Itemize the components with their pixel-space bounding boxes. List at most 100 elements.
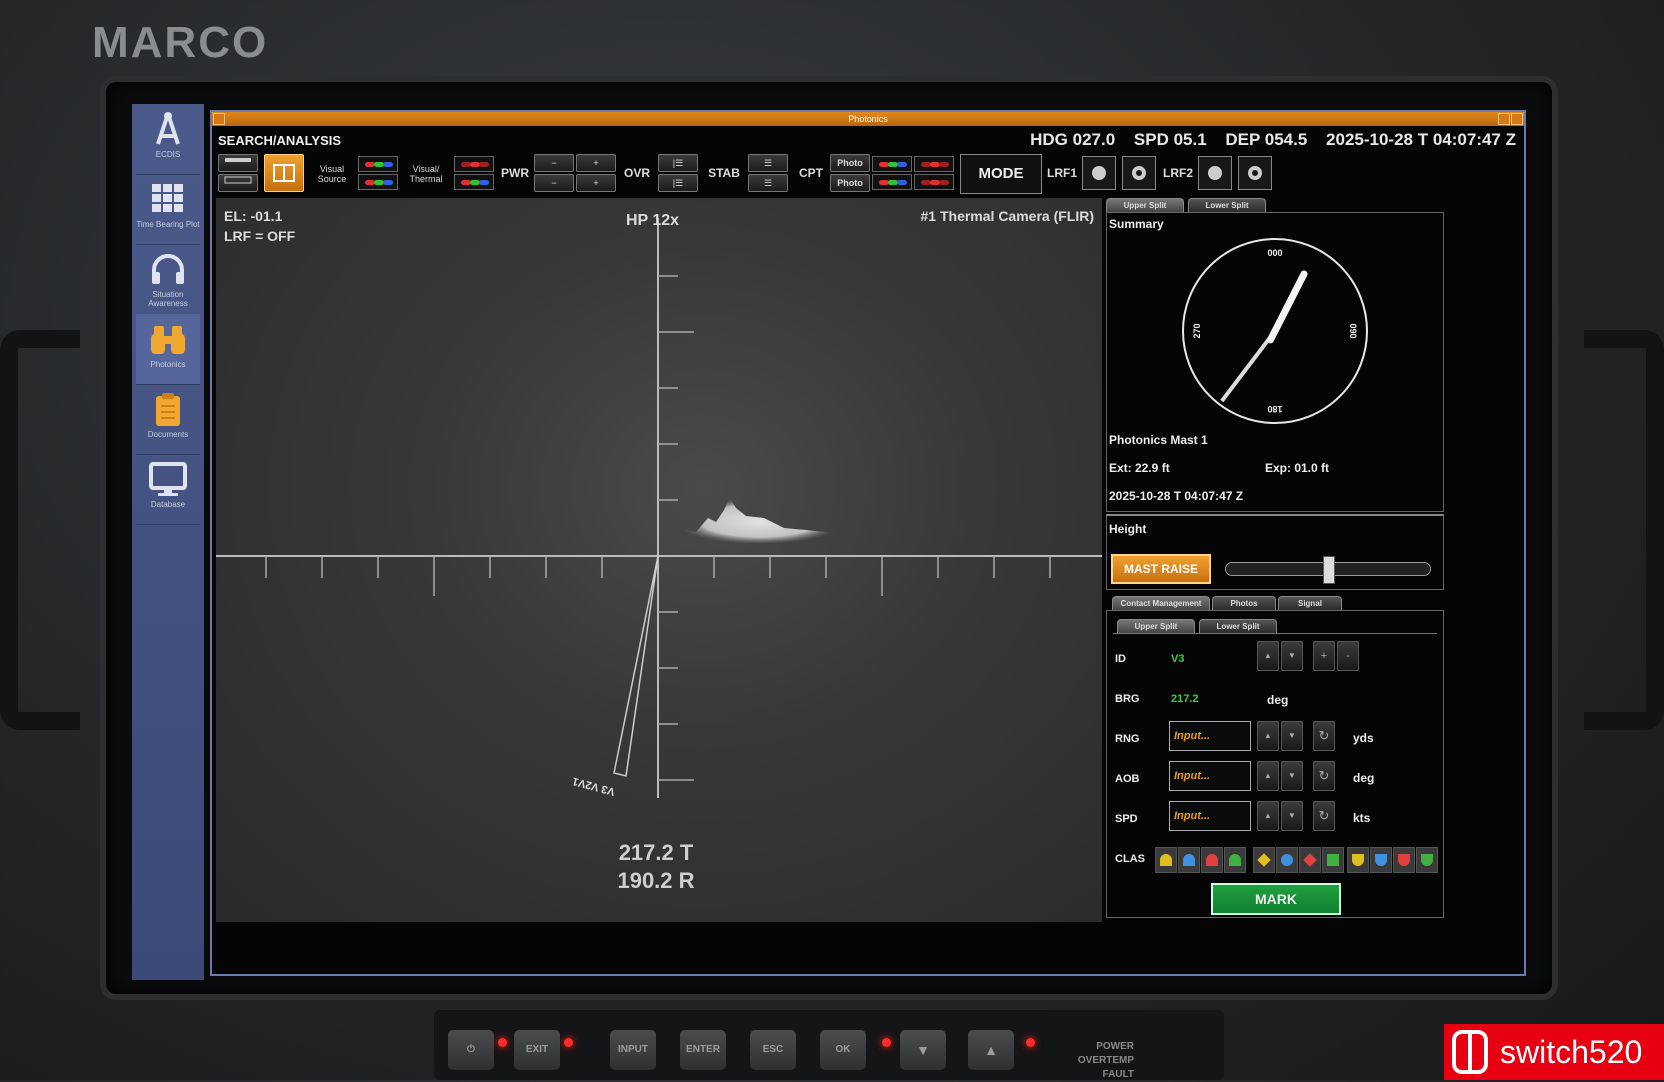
clas-button-1[interactable] <box>1155 847 1177 873</box>
rng-down-button[interactable]: ▼ <box>1281 721 1303 751</box>
pwr-plus-1-button[interactable]: + <box>576 154 616 172</box>
clas-button-8[interactable] <box>1322 847 1344 873</box>
dual-pane-icon <box>273 164 295 182</box>
subtab-divider <box>1113 633 1437 634</box>
lrf2-fire-button[interactable] <box>1198 156 1232 190</box>
enter-button[interactable]: ENTER <box>680 1030 726 1070</box>
clas-button-11[interactable] <box>1393 847 1415 873</box>
camera-view[interactable]: EL: -01.1 LRF = OFF HP 12x #1 Thermal Ca… <box>216 198 1102 922</box>
grid-icon <box>152 184 183 212</box>
cpt-rgb-toggle-2[interactable] <box>872 174 912 190</box>
aob-up-button[interactable]: ▲ <box>1257 761 1279 791</box>
cpt-thermal-toggle-2[interactable] <box>914 174 954 190</box>
classification-square-icon <box>1421 854 1433 866</box>
stab-label: STAB <box>708 166 740 180</box>
rng-up-button[interactable]: ▲ <box>1257 721 1279 751</box>
contact-bearing-wedge <box>613 555 659 777</box>
mast-raise-button[interactable]: MAST RAISE <box>1111 554 1211 584</box>
id-remove-button[interactable]: - <box>1337 641 1359 671</box>
lrf2-mode-button[interactable] <box>1238 156 1272 190</box>
tab-upper-split[interactable]: Upper Split <box>1106 198 1184 212</box>
sidebar-item-documents[interactable]: Documents <box>136 384 200 455</box>
spd-up-button[interactable]: ▲ <box>1257 801 1279 831</box>
thermal-toggle-2[interactable] <box>454 174 494 190</box>
dual-view-button[interactable] <box>264 154 304 192</box>
photo-button-1[interactable]: Photo <box>830 154 870 172</box>
tab-photos[interactable]: Photos <box>1212 596 1276 610</box>
mark-button[interactable]: MARK <box>1211 883 1341 915</box>
input-button[interactable]: INPUT <box>610 1030 656 1070</box>
spd-input[interactable]: Input... <box>1169 801 1251 831</box>
photo-button-2[interactable]: Photo <box>830 174 870 192</box>
lrf1-fire-button[interactable] <box>1082 156 1116 190</box>
exit-button[interactable]: EXIT <box>514 1030 560 1070</box>
sidebar-item-ecdis[interactable]: ECDIS <box>136 104 200 175</box>
sidebar-item-situation-awareness[interactable]: Situation Awareness <box>136 244 200 315</box>
ok-button[interactable]: OK <box>820 1030 866 1070</box>
visual-source-toggle-2[interactable] <box>358 174 398 190</box>
clas-button-3[interactable] <box>1201 847 1223 873</box>
mode-button[interactable]: MODE <box>960 154 1042 194</box>
lrf1-mode-button[interactable] <box>1122 156 1156 190</box>
ovr-button-2[interactable]: |☰ <box>658 174 698 192</box>
sidebar-item-time-bearing-plot[interactable]: Time Bearing Plot <box>136 174 200 245</box>
spd-label: SPD <box>1115 813 1138 825</box>
clas-button-7[interactable] <box>1299 847 1321 873</box>
esc-button[interactable]: ESC <box>750 1030 796 1070</box>
window-menu-button[interactable] <box>213 113 225 125</box>
clas-button-5[interactable] <box>1253 847 1275 873</box>
rng-input[interactable]: Input... <box>1169 721 1251 751</box>
cpt-thermal-toggle-1[interactable] <box>914 156 954 172</box>
lrf2-label: LRF2 <box>1163 166 1193 180</box>
window-restore-button[interactable] <box>1498 113 1510 125</box>
clas-button-2[interactable] <box>1178 847 1200 873</box>
rng-label: RNG <box>1115 733 1140 745</box>
ovr-button-1[interactable]: |☰ <box>658 154 698 172</box>
rng-reset-button[interactable]: ↻ <box>1313 721 1335 751</box>
id-up-button[interactable]: ▲ <box>1257 641 1279 671</box>
mast-height-slider-handle[interactable] <box>1323 556 1335 584</box>
sidebar-item-photonics[interactable]: Photonics <box>136 314 200 385</box>
ownship-status: HDG 027.0 SPD 05.1 DEP 054.5 2025-10-28 … <box>1016 130 1516 150</box>
id-add-button[interactable]: + <box>1313 641 1335 671</box>
zoom-readout: HP 12x <box>626 212 680 229</box>
power-button[interactable]: ⏻ <box>448 1030 494 1070</box>
clas-button-6[interactable] <box>1276 847 1298 873</box>
cpt-rgb-toggle-1[interactable] <box>872 156 912 172</box>
stab-button-1[interactable]: ☰ <box>748 154 788 172</box>
single-view-button[interactable] <box>218 154 258 172</box>
compass-dial: 000 090 180 270 <box>1182 238 1368 424</box>
split-view-button[interactable] <box>218 174 258 192</box>
sidebar-item-label: ECDIS <box>155 150 181 159</box>
tab-lower-split[interactable]: Lower Split <box>1188 198 1266 212</box>
clas-button-9[interactable] <box>1347 847 1369 873</box>
pwr-minus-2-button[interactable]: − <box>534 174 574 192</box>
id-down-button[interactable]: ▼ <box>1281 641 1303 671</box>
subtab-lower-split[interactable]: Lower Split <box>1199 619 1277 633</box>
aob-reset-button[interactable]: ↻ <box>1313 761 1335 791</box>
visual-source-toggle-1[interactable] <box>358 156 398 172</box>
spd-down-button[interactable]: ▼ <box>1281 801 1303 831</box>
height-panel: Height MAST RAISE <box>1106 514 1444 590</box>
aob-input[interactable]: Input... <box>1169 761 1251 791</box>
left-handle <box>0 330 80 730</box>
monitor-icon <box>149 462 187 496</box>
id-label: ID <box>1115 653 1126 665</box>
sidebar-item-database[interactable]: Database <box>136 454 200 525</box>
mast-exposure: Exp: 01.0 ft <box>1265 461 1330 475</box>
clas-button-10[interactable] <box>1370 847 1392 873</box>
clas-button-4[interactable] <box>1224 847 1246 873</box>
pwr-plus-2-button[interactable]: + <box>576 174 616 192</box>
subtab-upper-split[interactable]: Upper Split <box>1117 619 1195 633</box>
stab-button-2[interactable]: ☰ <box>748 174 788 192</box>
tab-contact-management[interactable]: Contact Management <box>1112 596 1210 610</box>
tab-signal[interactable]: Signal <box>1278 596 1342 610</box>
spd-reset-button[interactable]: ↻ <box>1313 801 1335 831</box>
up-button[interactable]: ▲ <box>968 1030 1014 1070</box>
clas-button-12[interactable] <box>1416 847 1438 873</box>
window-close-button[interactable] <box>1511 113 1523 125</box>
pwr-minus-1-button[interactable]: − <box>534 154 574 172</box>
down-button[interactable]: ▼ <box>900 1030 946 1070</box>
thermal-toggle-1[interactable] <box>454 156 494 172</box>
aob-down-button[interactable]: ▼ <box>1281 761 1303 791</box>
